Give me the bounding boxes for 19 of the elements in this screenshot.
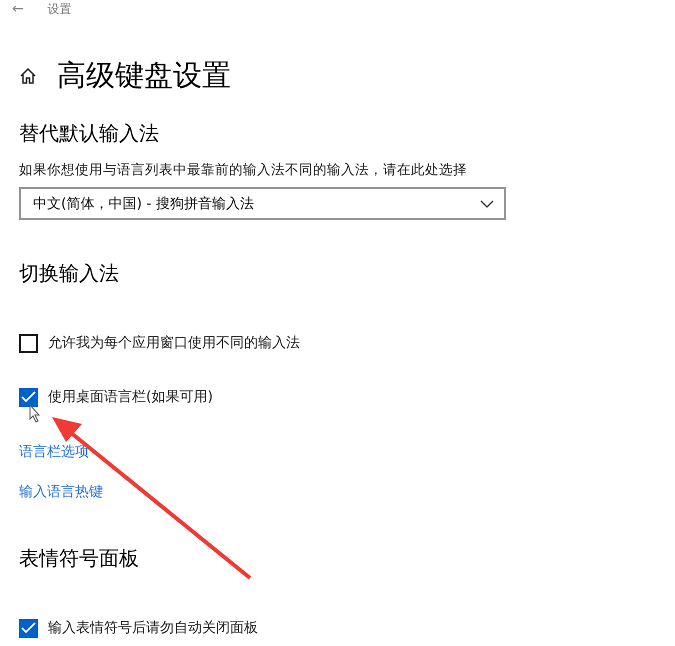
checkbox[interactable] [19,388,38,406]
window-title: 设置 [48,0,72,18]
input-method-dropdown[interactable]: 中文(简体，中国) - 搜狗拼音输入法 [19,187,506,220]
checkbox[interactable] [19,618,38,638]
checkbox-label[interactable]: 允许我为每个应用窗口使用不同的输入法 [48,334,300,352]
settings-link[interactable]: 输入语言热键 [19,483,103,501]
back-button[interactable]: ← [12,1,24,17]
mouse-pointer-icon [30,404,40,423]
chevron-down-icon [480,200,494,208]
settings-link[interactable]: 语言栏选项 [19,443,89,461]
section-heading: 表情符号面板 [19,545,139,572]
description-text: 如果你想使用与语言列表中最靠前的输入法不同的输入法，请在此处选择 [19,161,468,179]
checkbox-label[interactable]: 使用桌面语言栏(如果可用) [48,388,213,406]
checkbox[interactable] [19,334,38,352]
section-heading: 切换输入法 [19,260,119,287]
section-heading: 替代默认输入法 [19,120,159,147]
page-title: 高级键盘设置 [57,57,231,94]
checkbox-label[interactable]: 输入表情符号后请勿自动关闭面板 [48,619,258,637]
home-icon[interactable] [19,67,37,85]
